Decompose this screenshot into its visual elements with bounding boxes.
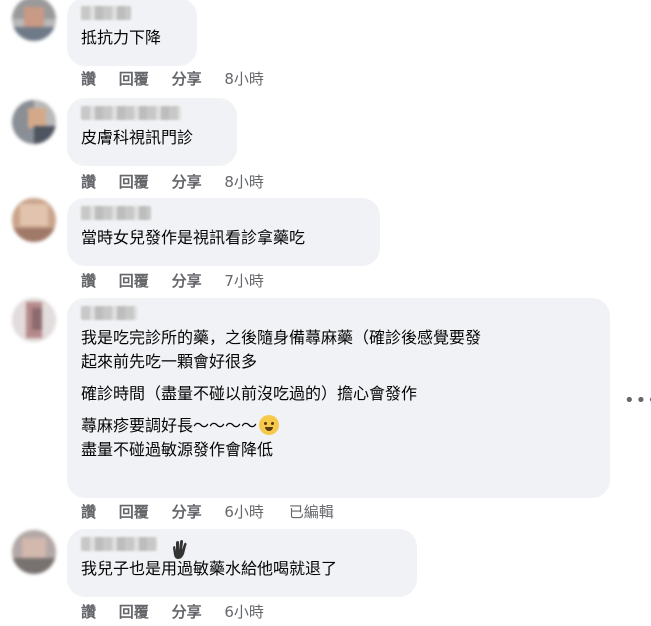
like-button[interactable]: 讚 <box>81 601 96 622</box>
comment-bubble: 當時女兒發作是視訊看診拿藥吃 <box>67 198 380 266</box>
author-name[interactable] <box>81 106 181 120</box>
comment-text-line: 盡量不碰過敏源發作會降低 <box>81 440 274 459</box>
crying-face-emoji-icon <box>259 415 280 435</box>
timestamp[interactable]: 7小時 <box>224 270 264 291</box>
reply-button[interactable]: 回覆 <box>119 68 149 89</box>
avatar[interactable] <box>12 298 56 342</box>
comment-bubble: 我是吃完診所的藥，之後隨身備蕁麻藥（確診後感覺要發 起來前先吃一顆會好很多 確診… <box>67 298 610 498</box>
waving-hand-icon <box>170 539 190 561</box>
avatar[interactable] <box>12 0 56 41</box>
author-name[interactable] <box>81 206 151 220</box>
comment-text: 我兒子也是用過敏藥水給他喝就退了 <box>81 559 338 578</box>
edited-label: 已編輯 <box>288 503 334 521</box>
comment-text-line: 確診時間（盡量不碰以前沒吃過的）擔心會發作 <box>81 384 418 403</box>
reply-button[interactable]: 回覆 <box>119 171 149 192</box>
reply-button[interactable]: 回覆 <box>119 270 149 291</box>
comment-actions: 讚 回覆 分享 6小時 已編輯 <box>81 501 352 522</box>
comment-bubble: 抵抗力下降 <box>67 0 197 66</box>
comment-bubble: 皮膚科視訊門診 <box>67 98 237 166</box>
comment-actions: 讚 回覆 分享 6小時 <box>81 601 284 622</box>
like-button[interactable]: 讚 <box>81 501 96 522</box>
comment-text: 皮膚科視訊門診 <box>81 128 194 147</box>
like-button[interactable]: 讚 <box>81 270 96 291</box>
timestamp[interactable]: 8小時 <box>224 68 264 89</box>
share-button[interactable]: 分享 <box>172 68 202 89</box>
comment-text: 抵抗力下降 <box>81 28 162 47</box>
comment-text-line: 我是吃完診所的藥，之後隨身備蕁麻藥（確診後感覺要發 <box>81 328 482 347</box>
comment-text: 當時女兒發作是視訊看診拿藥吃 <box>81 228 306 247</box>
comment-actions: 讚 回覆 分享 8小時 <box>81 171 284 192</box>
timestamp[interactable]: 6小時 <box>224 601 264 622</box>
timestamp[interactable]: 6小時 <box>224 501 264 522</box>
author-name[interactable] <box>81 537 157 551</box>
timestamp[interactable]: 8小時 <box>224 171 264 192</box>
avatar[interactable] <box>12 530 56 574</box>
comment-text-line: 蕁麻疹要調好長～～～～ <box>81 414 596 438</box>
like-button[interactable]: 讚 <box>81 68 96 89</box>
share-button[interactable]: 分享 <box>172 270 202 291</box>
reply-button[interactable]: 回覆 <box>119 501 149 522</box>
avatar[interactable] <box>12 198 56 242</box>
like-button[interactable]: 讚 <box>81 171 96 192</box>
author-name[interactable] <box>81 6 131 20</box>
share-button[interactable]: 分享 <box>172 601 202 622</box>
author-name[interactable] <box>81 306 137 320</box>
comment-text-line: 起來前先吃一顆會好很多 <box>81 352 258 371</box>
share-button[interactable]: 分享 <box>172 171 202 192</box>
comment-text: 蕁麻疹要調好長～～～～ <box>81 416 258 435</box>
more-options-icon[interactable]: ••• <box>624 390 651 411</box>
comment-actions: 讚 回覆 分享 8小時 <box>81 68 284 89</box>
share-button[interactable]: 分享 <box>172 501 202 522</box>
reply-button[interactable]: 回覆 <box>119 601 149 622</box>
avatar[interactable] <box>12 100 56 144</box>
comment-bubble: 我兒子也是用過敏藥水給他喝就退了 <box>67 529 417 597</box>
comment-actions: 讚 回覆 分享 7小時 <box>81 270 284 291</box>
